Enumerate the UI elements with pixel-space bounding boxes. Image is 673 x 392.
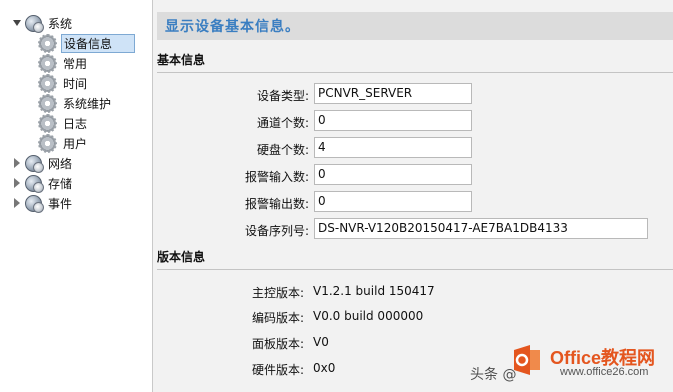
gear-icon [38, 53, 57, 73]
channel-count-field[interactable]: 0 [314, 110, 472, 131]
channel-count-label: 通道个数: [256, 116, 309, 130]
tree-label-system: 系统 [48, 16, 73, 31]
expand-arrow-icon[interactable] [12, 178, 22, 188]
expand-arrow-icon[interactable] [12, 158, 22, 168]
tree-label-common: 常用 [63, 56, 88, 71]
tree-label-network: 网络 [48, 156, 73, 171]
globe-icon [25, 174, 44, 193]
firmware-version-label: 主控版本: [251, 286, 304, 300]
office-logo-icon [514, 345, 540, 375]
tree-node-maintenance[interactable]: 系统维护 [38, 93, 113, 113]
firmware-version-value: V1.2.1 build 150417 [313, 284, 435, 298]
serial-number-label: 设备序列号: [244, 224, 309, 238]
section-title-basic-info: 基本信息 [157, 53, 206, 67]
section-divider [157, 72, 673, 73]
gear-icon [38, 93, 57, 113]
tree-node-storage[interactable]: 存储 [12, 173, 74, 193]
page-title: 显示设备基本信息。 [165, 19, 300, 35]
navigation-tree: 系统 设备信息 常用 时间 系统维护 日志 用户 网络 存储 事件 [0, 0, 153, 392]
tree-label-storage: 存储 [48, 176, 73, 191]
gear-icon [38, 73, 57, 93]
tree-node-device-info[interactable]: 设备信息 [38, 33, 136, 53]
tree-node-common[interactable]: 常用 [38, 53, 89, 73]
tree-label-event: 事件 [48, 196, 73, 211]
alarm-output-field[interactable]: 0 [314, 191, 472, 212]
tree-label-time: 时间 [63, 76, 88, 91]
encoder-version-label: 编码版本: [251, 311, 304, 325]
encoder-version-value: V0.0 build 000000 [313, 309, 424, 323]
tree-node-event[interactable]: 事件 [12, 193, 74, 213]
panel-version-label: 面板版本: [251, 337, 304, 351]
hardware-version-label: 硬件版本: [251, 363, 304, 377]
page-title-bar: 显示设备基本信息。 [157, 12, 673, 40]
collapse-arrow-icon[interactable] [12, 18, 22, 28]
tree-node-time[interactable]: 时间 [38, 73, 89, 93]
gear-icon [38, 133, 57, 153]
expand-arrow-icon[interactable] [12, 198, 22, 208]
alarm-input-label: 报警输入数: [244, 170, 309, 184]
tree-node-network[interactable]: 网络 [12, 153, 74, 173]
tree-node-system[interactable]: 系统 [12, 13, 74, 33]
device-type-label: 设备类型: [256, 89, 309, 103]
alarm-input-field[interactable]: 0 [314, 164, 472, 185]
watermark-url: www.office26.com [560, 366, 649, 378]
panel-version-value: V0 [313, 335, 329, 349]
content-panel: 显示设备基本信息。 基本信息 设备类型: PCNVR_SERVER 通道个数: … [154, 0, 673, 392]
serial-number-field[interactable]: DS-NVR-V120B20150417-AE7BA1DB4133 [314, 218, 648, 239]
alarm-output-label: 报警输出数: [244, 197, 309, 211]
tree-node-user[interactable]: 用户 [38, 133, 89, 153]
tree-label-user: 用户 [63, 136, 88, 151]
tree-label-device-info: 设备信息 [61, 33, 136, 53]
globe-icon [25, 194, 44, 213]
hardware-version-value: 0x0 [313, 361, 336, 375]
tree-label-log: 日志 [63, 116, 88, 131]
gear-icon [38, 113, 57, 133]
device-type-field[interactable]: PCNVR_SERVER [314, 83, 472, 104]
section-divider [157, 269, 673, 270]
disk-count-field[interactable]: 4 [314, 137, 472, 158]
globe-icon [25, 154, 44, 173]
tree-label-maintenance: 系统维护 [63, 96, 112, 111]
section-title-version-info: 版本信息 [157, 250, 206, 264]
gear-icon [38, 33, 57, 53]
disk-count-label: 硬盘个数: [256, 143, 309, 157]
tree-node-log[interactable]: 日志 [38, 113, 89, 133]
globe-icon [25, 14, 44, 33]
